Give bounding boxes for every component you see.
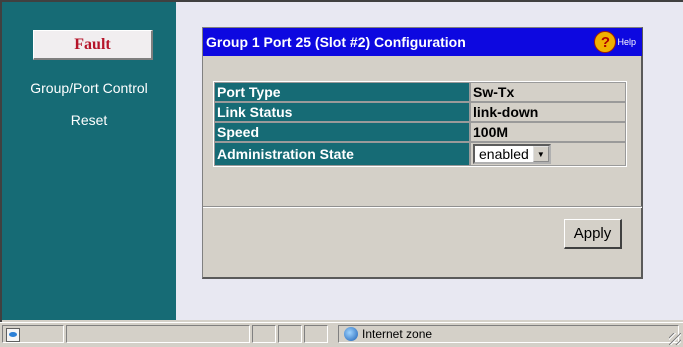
port-type-label: Port Type: [214, 82, 470, 102]
port-config-table: Port Type Sw-Tx Link Status link-down Sp…: [213, 81, 627, 167]
fault-nav-button[interactable]: Fault: [33, 30, 153, 60]
resize-grip[interactable]: [669, 333, 681, 345]
panel-title-bar: Group 1 Port 25 (Slot #2) Configuration …: [203, 28, 642, 56]
nav-reset-link[interactable]: Reset: [2, 112, 176, 128]
admin-state-selected-value: enabled: [479, 146, 529, 162]
status-cell: [304, 325, 328, 343]
port-type-value: Sw-Tx: [470, 82, 626, 102]
link-status-value: link-down: [470, 102, 626, 122]
status-zone-cell: Internet zone: [338, 325, 679, 343]
configuration-panel: Group 1 Port 25 (Slot #2) Configuration …: [202, 27, 643, 279]
page-icon: [6, 328, 20, 342]
help-label: Help: [617, 37, 636, 47]
status-bar: Internet zone: [0, 322, 683, 347]
internet-globe-icon: [344, 327, 358, 341]
admin-state-select[interactable]: enabled ▼: [473, 144, 551, 164]
left-nav-panel: Fault Group/Port Control Reset: [2, 2, 176, 320]
panel-divider: [203, 206, 642, 208]
help-icon: ?: [594, 31, 617, 53]
table-row: Link Status link-down: [214, 102, 626, 122]
zone-label: Internet zone: [362, 327, 433, 341]
status-text-cell: [66, 325, 250, 343]
status-page-cell: [2, 325, 64, 343]
help-button[interactable]: ? Help: [594, 31, 636, 53]
speed-label: Speed: [214, 122, 470, 142]
table-row: Speed 100M: [214, 122, 626, 142]
table-row: Administration State enabled ▼: [214, 142, 626, 166]
admin-state-label: Administration State: [214, 142, 470, 166]
apply-button[interactable]: Apply: [564, 219, 622, 249]
table-row: Port Type Sw-Tx: [214, 82, 626, 102]
status-cell: [278, 325, 302, 343]
link-status-label: Link Status: [214, 102, 470, 122]
chevron-down-icon[interactable]: ▼: [532, 146, 549, 162]
content-area: Group 1 Port 25 (Slot #2) Configuration …: [176, 2, 683, 320]
status-cell: [252, 325, 276, 343]
admin-state-cell: enabled ▼: [470, 142, 626, 166]
panel-title: Group 1 Port 25 (Slot #2) Configuration: [206, 34, 466, 50]
nav-group-port-control-link[interactable]: Group/Port Control: [2, 80, 176, 96]
speed-value: 100M: [470, 122, 626, 142]
